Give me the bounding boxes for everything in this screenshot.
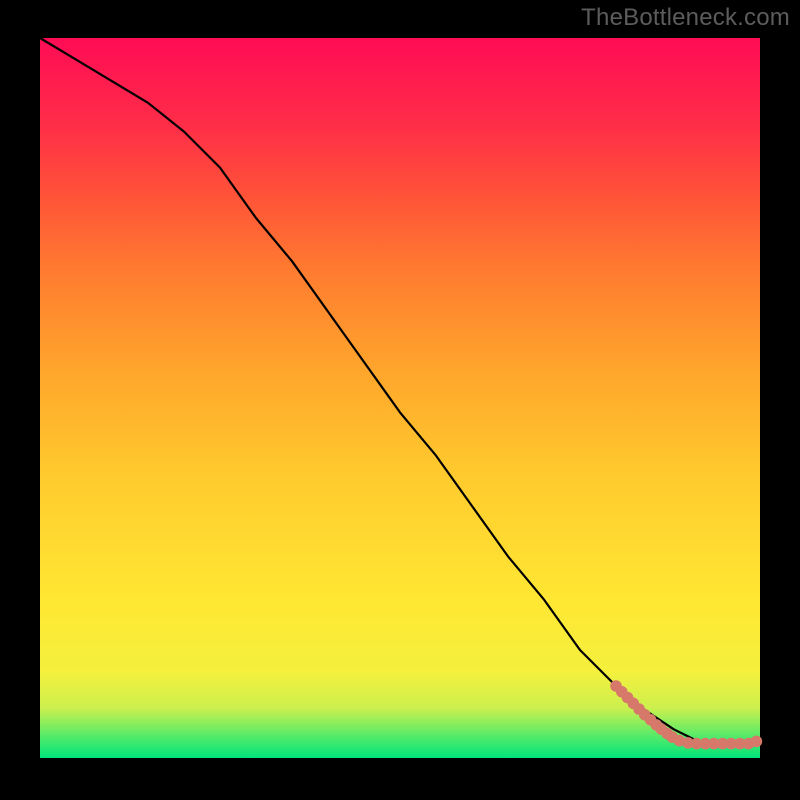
plot-area xyxy=(40,38,760,758)
attribution-text: TheBottleneck.com xyxy=(581,4,790,32)
bottleneck-curve xyxy=(40,38,760,744)
data-points xyxy=(610,680,762,749)
plot-svg xyxy=(40,38,760,758)
data-point xyxy=(751,736,763,748)
chart-frame: TheBottleneck.com xyxy=(0,0,800,800)
